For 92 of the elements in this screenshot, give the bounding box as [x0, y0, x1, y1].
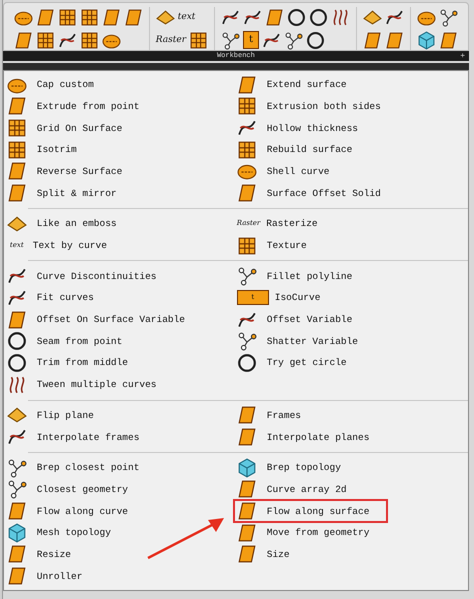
nodes-icon — [6, 458, 27, 478]
panel-icon — [236, 522, 257, 543]
menu-item[interactable]: Mesh topology — [4, 522, 117, 544]
menu-item[interactable]: Resize — [4, 544, 77, 566]
grid-icon — [6, 140, 27, 160]
grid-icon — [236, 140, 257, 160]
text-icon[interactable]: text — [178, 12, 196, 22]
wave-icon[interactable] — [331, 8, 350, 26]
menu-item[interactable]: Fillet polyline — [234, 265, 358, 288]
menu-item[interactable]: Tween multiple curves — [4, 374, 163, 396]
menu-item[interactable]: Grid On Surface — [4, 117, 128, 139]
ring-icon[interactable] — [309, 8, 328, 26]
menu-item[interactable]: Extrusion both sides — [234, 96, 387, 118]
cube-icon[interactable] — [417, 30, 436, 50]
menu-item[interactable]: Unroller — [4, 565, 88, 587]
menu-item[interactable]: Offset On Surface Variable — [4, 308, 192, 330]
menu-item[interactable]: Texture — [234, 234, 313, 256]
menu-item[interactable]: Seam from point — [4, 330, 128, 352]
panel-icon — [236, 544, 257, 564]
ring-icon — [236, 352, 257, 373]
grid-icon[interactable] — [80, 30, 99, 50]
grid-icon[interactable] — [189, 30, 208, 50]
menu-item[interactable]: Frames — [234, 404, 307, 426]
cube-icon — [236, 458, 257, 478]
menu-item[interactable]: Flip plane — [4, 404, 100, 426]
diamond-icon[interactable] — [156, 8, 175, 26]
menu-item[interactable]: Brep closest point — [4, 456, 146, 479]
menu-item[interactable]: Split & mirror — [4, 182, 123, 204]
cube-icon — [6, 522, 27, 543]
menu-item[interactable]: Flow along surface — [234, 500, 388, 522]
menu-item[interactable]: Size — [234, 544, 296, 566]
menu-item[interactable]: Extrude from point — [4, 96, 146, 118]
ring-icon[interactable] — [287, 8, 306, 26]
menu-item[interactable]: Flow along curve — [4, 500, 134, 522]
menu-item[interactable]: Trim from middle — [4, 352, 134, 374]
menu-item[interactable]: Offset Variable — [234, 308, 358, 330]
menu-item[interactable]: Closest geometry — [4, 478, 134, 500]
panel-icon — [6, 566, 27, 586]
panel-icon — [236, 479, 257, 500]
panel-icon[interactable] — [124, 8, 143, 26]
panel-icon — [6, 96, 27, 116]
menu-item[interactable]: Reverse Surface — [4, 160, 128, 182]
menu-item[interactable]: Surface Offset Solid — [234, 182, 387, 204]
ring-icon — [6, 331, 27, 352]
panel-icon — [6, 183, 27, 204]
menu-item[interactable]: Rebuild surface — [234, 138, 358, 161]
nodes-icon — [6, 479, 27, 500]
ring-icon[interactable] — [306, 30, 326, 50]
menu-item[interactable]: Like an emboss — [4, 213, 123, 235]
grid-icon[interactable] — [58, 8, 77, 26]
text-icon[interactable]: t — [243, 31, 260, 49]
panel-icon — [236, 183, 257, 204]
nodes-icon — [236, 331, 257, 352]
wave-icon — [6, 374, 27, 395]
panel-icon[interactable] — [36, 8, 55, 26]
menu-item[interactable]: Extend surface — [234, 74, 353, 96]
panel-icon[interactable] — [102, 8, 121, 26]
nodes-icon[interactable] — [284, 30, 304, 50]
menu-item[interactable]: Shell curve — [234, 160, 336, 182]
nodes-icon — [236, 266, 257, 286]
menu-item[interactable]: Curve Discontinuities — [4, 265, 163, 288]
menu-item[interactable]: Move from geometry — [234, 522, 376, 544]
panel-icon — [6, 310, 27, 330]
menu-item[interactable]: Interpolate planes — [234, 426, 376, 448]
text-icon[interactable]: Raster — [156, 36, 186, 44]
menu-item[interactable]: Hollow thickness — [234, 117, 364, 139]
expand-button[interactable]: + — [460, 51, 465, 62]
panel-icon — [236, 501, 257, 522]
menu-item[interactable]: Brep topology — [234, 456, 347, 479]
diamond-icon[interactable] — [363, 8, 382, 26]
menu-item[interactable]: Fit curves — [4, 287, 100, 309]
menu-item[interactable]: Isotrim — [4, 138, 83, 161]
menu-item[interactable]: Cap custom — [4, 74, 100, 96]
ring-icon — [6, 352, 27, 373]
panel-icon — [6, 544, 27, 564]
menu-item[interactable]: Curve array 2d — [234, 478, 353, 500]
menu-item[interactable]: Interpolate frames — [4, 426, 146, 448]
grid-icon[interactable] — [80, 8, 99, 26]
nodes-icon[interactable] — [221, 30, 240, 50]
menu-item[interactable]: Shatter Variable — [234, 330, 364, 352]
panel-icon — [236, 427, 257, 448]
grid-icon — [236, 96, 257, 116]
panel-icon[interactable] — [265, 8, 284, 26]
grid-icon — [6, 118, 27, 138]
nodes-icon[interactable] — [439, 8, 458, 26]
grid-icon — [236, 236, 257, 256]
menu-item[interactable]: Try get circle — [234, 352, 353, 374]
panel-icon — [236, 405, 257, 426]
panel-icon — [6, 501, 27, 522]
panel-icon — [6, 161, 27, 182]
panel-icon — [236, 74, 257, 95]
grid-icon[interactable] — [36, 30, 55, 50]
